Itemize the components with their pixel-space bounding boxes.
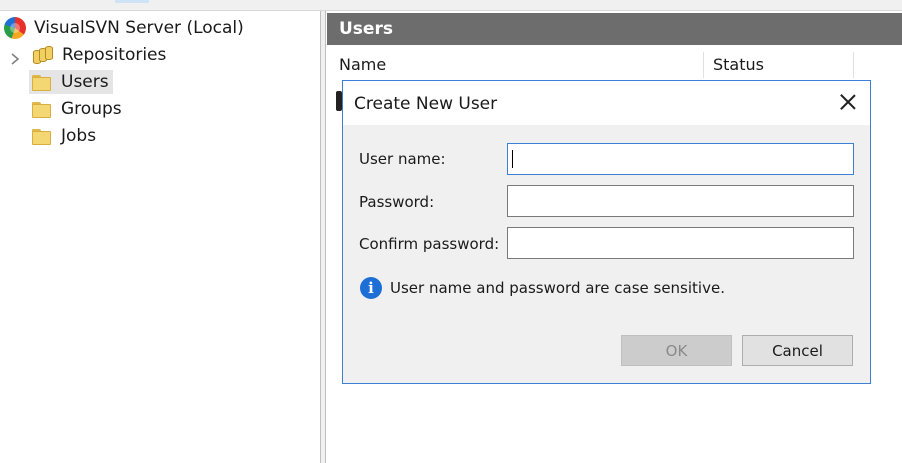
tree-item-repositories[interactable]: Repositories — [32, 43, 166, 67]
visualsvn-logo-icon — [4, 17, 26, 39]
password-input[interactable] — [508, 186, 853, 216]
tree-root-label: VisualSVN Server (Local) — [34, 18, 244, 38]
cancel-button[interactable]: Cancel — [742, 335, 853, 366]
create-user-dialog: Create New User User name: Password: Con… — [342, 80, 871, 384]
dialog-title-bar: Create New User — [343, 81, 870, 125]
toolbar-tab-indicator — [115, 0, 149, 3]
password-field[interactable] — [507, 185, 854, 217]
close-icon[interactable] — [838, 92, 858, 112]
tree-root-visualsvn[interactable]: VisualSVN Server (Local) — [4, 16, 244, 40]
user-name-input[interactable] — [508, 144, 853, 174]
column-header-name[interactable]: Name — [339, 55, 386, 74]
tree-item-jobs[interactable]: Jobs — [32, 124, 96, 148]
info-text: User name and password are case sensitiv… — [390, 279, 725, 297]
info-message: i User name and password are case sensit… — [360, 277, 725, 299]
pane-title: Users — [339, 19, 393, 39]
user-name-field[interactable] — [507, 143, 854, 175]
folder-icon — [32, 101, 52, 118]
tree-item-label: Groups — [61, 99, 122, 119]
confirm-password-input[interactable] — [508, 228, 853, 258]
confirm-password-field[interactable] — [507, 227, 854, 259]
tree-item-label: Jobs — [61, 126, 97, 146]
folder-icon — [32, 74, 52, 91]
confirm-password-label: Confirm password: — [359, 235, 500, 253]
text-caret — [512, 150, 513, 168]
folder-icon — [32, 128, 52, 145]
repository-icon — [32, 45, 54, 65]
password-label: Password: — [359, 193, 435, 211]
dialog-title: Create New User — [354, 94, 498, 114]
top-toolbar-strip — [0, 0, 902, 11]
user-name-label: User name: — [359, 150, 446, 168]
info-icon: i — [360, 277, 382, 299]
pane-splitter[interactable] — [320, 11, 326, 463]
column-divider[interactable] — [703, 52, 704, 78]
tree-item-users[interactable]: Users — [29, 70, 113, 94]
column-divider[interactable] — [853, 52, 854, 78]
users-pane-header: Users — [327, 13, 902, 45]
tree-item-groups[interactable]: Groups — [32, 97, 122, 121]
tree-item-label: Users — [61, 72, 109, 92]
ok-button[interactable]: OK — [621, 335, 732, 366]
chevron-right-icon[interactable] — [8, 52, 22, 66]
tree-item-label: Repositories — [62, 45, 167, 65]
column-header-status[interactable]: Status — [713, 55, 764, 74]
